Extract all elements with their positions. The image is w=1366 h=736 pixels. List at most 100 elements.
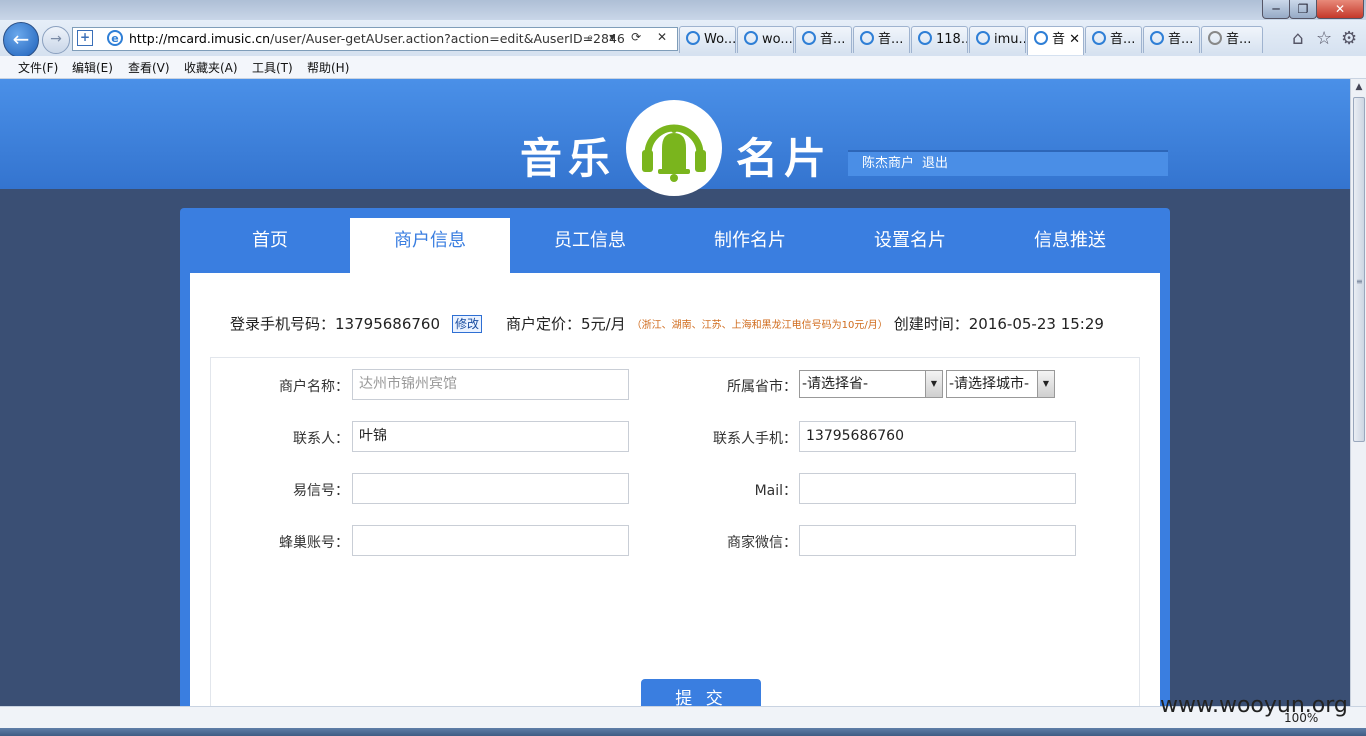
scroll-thumb[interactable]: ≡ [1353, 97, 1365, 442]
arrow-right-icon: → [50, 31, 62, 47]
browser-chrome: ─ ❐ ✕ ← → + e http://mcard.imusic.cn/use… [0, 0, 1366, 79]
account-info-line: 登录手机号码：13795686760 修改 商户定价：5元/月 （浙江、湖南、江苏、上… [230, 313, 1104, 334]
browser-tab[interactable]: 音... [853, 26, 910, 53]
favorites-star-icon[interactable]: ☆ [1316, 28, 1332, 49]
province-selected: -请选择省- [802, 376, 869, 392]
wechat-field[interactable] [799, 525, 1076, 556]
address-host: http://mcard.imusic.cn [129, 31, 271, 46]
content-area: 登录手机号码：13795686760 修改 商户定价：5元/月 （浙江、湖南、江苏、上… [190, 273, 1160, 706]
arrow-left-icon: ← [12, 27, 30, 51]
price-note: （浙江、湖南、江苏、上海和黑龙江电信号码为10元/月） [631, 320, 888, 331]
home-icon[interactable]: ⌂ [1292, 28, 1303, 49]
user-name: 陈杰商户 [862, 156, 915, 171]
bell-headphones-icon [642, 124, 706, 182]
ie-page-icon [802, 31, 816, 45]
gear-icon[interactable]: ⚙ [1341, 28, 1357, 49]
ie-page-icon [1092, 31, 1106, 45]
province-select[interactable]: -请选择省- ▼ [799, 370, 943, 398]
web-page: 音乐 名片 陈杰商户 退出 首页 商户信息 员工信息 制作名片 设置名片 信息推送 [0, 79, 1350, 706]
province-label: 所属省市： [727, 379, 797, 395]
logo-text-left: 音乐 [520, 134, 617, 183]
merchant-form: 商户名称： 达州市锦州宾馆 所属省市： -请选择省- ▼ -请选择城市- ▼ 联系人… [210, 357, 1140, 706]
browser-tab[interactable]: wo... [737, 26, 794, 53]
mail-field[interactable] [799, 473, 1076, 504]
browser-tab[interactable]: 音... [1143, 26, 1200, 53]
logo-bell-icon [626, 100, 722, 196]
hive-account-label: 蜂巢账号： [279, 535, 349, 551]
price-value: 5元/月 [581, 315, 626, 333]
yixin-label: 易信号： [293, 483, 349, 499]
logout-link[interactable]: 退出 [922, 156, 948, 171]
browser-tab[interactable]: 音... [1085, 26, 1142, 53]
back-button[interactable]: ← [3, 22, 39, 58]
tab-staff-info[interactable]: 员工信息 [510, 218, 670, 273]
ie-page-icon [686, 31, 700, 45]
contact-field[interactable]: 叶锦 [352, 421, 629, 452]
hive-account-field[interactable] [352, 525, 629, 556]
city-select[interactable]: -请选择城市- ▼ [946, 370, 1055, 398]
logo-text-right: 名片 [736, 134, 833, 183]
chevron-down-icon: ▼ [1037, 371, 1054, 397]
main-panel: 首页 商户信息 员工信息 制作名片 设置名片 信息推送 登录手机号码：13795… [180, 208, 1170, 706]
address-path: /user/Auser-getAUser.action?action=edit&… [270, 31, 625, 46]
phone-value: 13795686760 [335, 314, 440, 333]
browser-tab[interactable]: 118... [911, 26, 968, 53]
submit-button[interactable]: 提 交 [641, 679, 761, 706]
title-bar [0, 0, 1366, 20]
contact-label: 联系人： [293, 431, 349, 447]
menu-edit[interactable]: 编辑(E) [72, 59, 113, 76]
site-header: 音乐 名片 陈杰商户 退出 [0, 79, 1350, 196]
tab-make-card[interactable]: 制作名片 [670, 218, 830, 273]
menu-favorites[interactable]: 收藏夹(A) [184, 59, 238, 76]
forward-button[interactable]: → [42, 26, 70, 54]
merchant-name-label: 商户名称： [279, 379, 349, 395]
tab-card-settings[interactable]: 设置名片 [830, 218, 990, 273]
menu-help[interactable]: 帮助(H) [307, 59, 349, 76]
browser-tab[interactable]: 音... [795, 26, 852, 53]
ie-page-icon [976, 31, 990, 45]
tab-push-messages[interactable]: 信息推送 [990, 218, 1150, 273]
edit-phone-button[interactable]: 修改 [452, 314, 483, 333]
ie-page-icon: e [107, 30, 123, 46]
chevron-down-icon: ▼ [925, 371, 942, 397]
price-label: 商户定价： [506, 315, 582, 333]
close-window-button[interactable]: ✕ [1316, 0, 1364, 19]
ie-page-icon [1150, 31, 1164, 45]
taskbar [0, 728, 1366, 736]
contact-phone-field[interactable]: 13795686760 [799, 421, 1076, 452]
watermark: www.wooyun.org [1160, 693, 1348, 718]
browser-tab[interactable]: 音... [1201, 26, 1263, 53]
city-selected: -请选择城市- [949, 376, 1030, 392]
address-bar[interactable]: + e http://mcard.imusic.cn/user/Auser-ge… [72, 27, 678, 51]
menu-tools[interactable]: 工具(T) [252, 59, 293, 76]
maximize-button[interactable]: ❐ [1289, 0, 1317, 19]
browser-tab[interactable]: imu... [969, 26, 1026, 53]
created-label: 创建时间： [893, 315, 969, 333]
menu-bar: 文件(F) 编辑(E) 查看(V) 收藏夹(A) 工具(T) 帮助(H) [0, 56, 1366, 79]
ie-page-icon [860, 31, 874, 45]
tab-home[interactable]: 首页 [190, 218, 350, 273]
browser-tab-active[interactable]: 音 ✕ [1027, 26, 1084, 55]
phone-label: 登录手机号码： [230, 315, 336, 333]
wechat-label: 商家微信： [727, 535, 797, 551]
yixin-field[interactable] [352, 473, 629, 504]
address-tools[interactable]: ⌕ ▾ ⟳ ✕ [587, 30, 673, 45]
grip-icon: ≡ [1356, 277, 1363, 286]
menu-view[interactable]: 查看(V) [128, 59, 170, 76]
tab-merchant-info[interactable]: 商户信息 [350, 218, 510, 273]
ie-page-icon [1034, 31, 1048, 45]
merchant-name-field[interactable]: 达州市锦州宾馆 [352, 369, 629, 400]
ie-page-icon [744, 31, 758, 45]
menu-file[interactable]: 文件(F) [18, 59, 58, 76]
scroll-up-icon[interactable]: ▲ [1351, 79, 1366, 95]
minimize-button[interactable]: ─ [1262, 0, 1290, 19]
user-bar: 陈杰商户 退出 [848, 150, 1168, 176]
compatibility-view-icon[interactable]: + [77, 30, 93, 46]
loading-icon [1208, 31, 1222, 45]
ie-page-icon [918, 31, 932, 45]
browser-tab[interactable]: Wo... [679, 26, 736, 53]
vertical-scrollbar[interactable]: ▲ ≡ [1350, 79, 1366, 706]
created-value: 2016-05-23 15:29 [968, 314, 1104, 333]
contact-phone-label: 联系人手机： [713, 431, 797, 447]
address-url[interactable]: http://mcard.imusic.cn/user/Auser-getAUs… [129, 31, 625, 46]
